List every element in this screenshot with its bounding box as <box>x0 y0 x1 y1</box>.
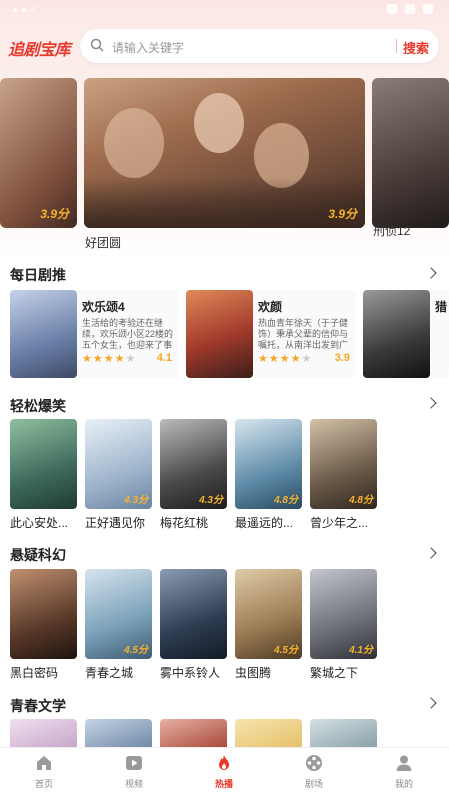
banner-left[interactable]: 3.9分 <box>0 78 77 228</box>
tab-label: 视频 <box>124 779 143 789</box>
flame-icon <box>219 755 229 770</box>
status-right-icons <box>387 4 433 14</box>
card-description: 热血青年徐天（于子健饰）秉承父辈的信仰与嘱托，从南洋出发到广州寻找组织。 <box>258 318 349 350</box>
chevron-right-icon[interactable] <box>425 547 437 559</box>
search-button[interactable]: 搜索 <box>403 38 429 57</box>
card-title: 欢乐颂4 <box>82 300 125 314</box>
score-label: 4.8分 <box>274 495 298 506</box>
poster-title: 青春之城 <box>85 666 134 680</box>
tab-label: 我的 <box>394 779 413 789</box>
tab-home[interactable]: 首页 <box>14 754 74 790</box>
film-reel-icon <box>306 755 322 771</box>
person-icon <box>396 755 412 771</box>
video-icon <box>126 756 142 770</box>
poster-title: 繁城之下 <box>310 666 359 680</box>
daily-card[interactable]: 猎 <box>363 290 449 378</box>
card-title: 猎 <box>435 300 448 314</box>
poster-thumb[interactable] <box>160 569 227 659</box>
poster-title: 黑白密码 <box>10 666 59 680</box>
banner-title: 刑侦12 <box>373 224 411 238</box>
poster-thumb[interactable] <box>160 719 227 747</box>
banner-score: 3.9分 <box>40 207 69 221</box>
search-icon <box>90 38 104 52</box>
daily-card[interactable]: 欢乐颂4 生活给的考验还在继续，欢乐颂小区22楼的五个女生，也迎来了事业与爱情的… <box>10 290 178 378</box>
tab-label: 剧场 <box>304 779 323 789</box>
poster-thumb[interactable] <box>85 719 152 747</box>
daily-card[interactable]: 欢颜 热血青年徐天（于子健饰）秉承父辈的信仰与嘱托，从南洋出发到广州寻找组织。 … <box>186 290 356 378</box>
section-title-youth: 青春文学 <box>10 698 66 714</box>
search-divider <box>396 39 397 53</box>
header: 追剧宝库 请输入关键字 搜索 <box>0 28 449 66</box>
chevron-right-icon[interactable] <box>425 697 437 709</box>
poster-thumb[interactable]: 4.8分 <box>310 419 377 509</box>
poster-title: 正好遇见你 <box>85 516 146 530</box>
poster-thumb[interactable]: 4.3分 <box>160 419 227 509</box>
section-title-suspense: 悬疑科幻 <box>10 547 66 563</box>
score-label: 4.1分 <box>349 645 373 656</box>
section-title-daily: 每日剧推 <box>10 267 66 283</box>
poster-image <box>10 290 77 378</box>
tab-mine[interactable]: 我的 <box>374 754 434 790</box>
poster-title: 曾少年之... <box>310 516 369 530</box>
poster-thumb[interactable] <box>310 719 377 747</box>
card-title: 欢颜 <box>258 300 283 314</box>
score-label: 4.3分 <box>124 495 148 506</box>
poster-thumb[interactable] <box>10 419 77 509</box>
poster-thumb[interactable]: 4.8分 <box>235 419 302 509</box>
tab-hot[interactable]: 热播 <box>194 754 254 790</box>
score-label: 4.5分 <box>274 645 298 656</box>
poster-title: 梅花红桃 <box>160 516 209 530</box>
banner-score: 3.9分 <box>328 207 357 221</box>
star-rating: ★★★★★ <box>82 353 137 365</box>
poster-image <box>186 290 253 378</box>
bottom-tab-bar: 首页 视频 热播 剧场 我的 <box>0 747 449 798</box>
poster-image <box>363 290 430 378</box>
card-description: 生活给的考验还在继续，欢乐颂小区22楼的五个女生，也迎来了事业与爱情的新篇章。 <box>82 318 174 350</box>
tab-theater[interactable]: 剧场 <box>284 754 344 790</box>
poster-title: 最遥远的... <box>235 516 294 530</box>
status-icons: ● ● ✓ <box>12 5 39 16</box>
poster-thumb[interactable] <box>10 569 77 659</box>
poster-thumb[interactable]: 4.5分 <box>85 569 152 659</box>
tab-label: 首页 <box>34 779 53 789</box>
poster-thumb[interactable] <box>235 719 302 747</box>
score-label: 4.8分 <box>349 495 373 506</box>
tab-label: 热播 <box>214 779 233 789</box>
chevron-right-icon[interactable] <box>425 397 437 409</box>
score-label: 4.5分 <box>124 645 148 656</box>
home-icon <box>37 756 51 770</box>
rating-value: 4.1 <box>156 352 172 364</box>
poster-thumb[interactable]: 4.3分 <box>85 419 152 509</box>
banner-right[interactable] <box>372 78 449 228</box>
star-rating: ★★★★★ <box>258 353 313 365</box>
rating-value: 3.9 <box>334 352 350 364</box>
poster-thumb[interactable]: 4.1分 <box>310 569 377 659</box>
banner-main[interactable]: 3.9分 <box>84 78 365 228</box>
poster-title: 此心安处... <box>10 516 69 530</box>
poster-thumb[interactable] <box>10 719 77 747</box>
poster-thumb[interactable]: 4.5分 <box>235 569 302 659</box>
poster-title: 虫图腾 <box>235 666 272 680</box>
tab-video[interactable]: 视频 <box>104 754 164 790</box>
status-bar: ● ● ✓ <box>0 0 449 22</box>
search-bar[interactable]: 请输入关键字 搜索 <box>80 29 439 63</box>
chevron-right-icon[interactable] <box>425 267 437 279</box>
score-label: 4.3分 <box>199 495 223 506</box>
poster-title: 雾中系铃人 <box>160 666 221 680</box>
search-input[interactable]: 请输入关键字 <box>112 39 184 56</box>
banner-title: 好团圆 <box>85 236 122 250</box>
section-title-comedy: 轻松爆笑 <box>10 398 66 414</box>
app-logo[interactable]: 追剧宝库 <box>8 36 71 60</box>
